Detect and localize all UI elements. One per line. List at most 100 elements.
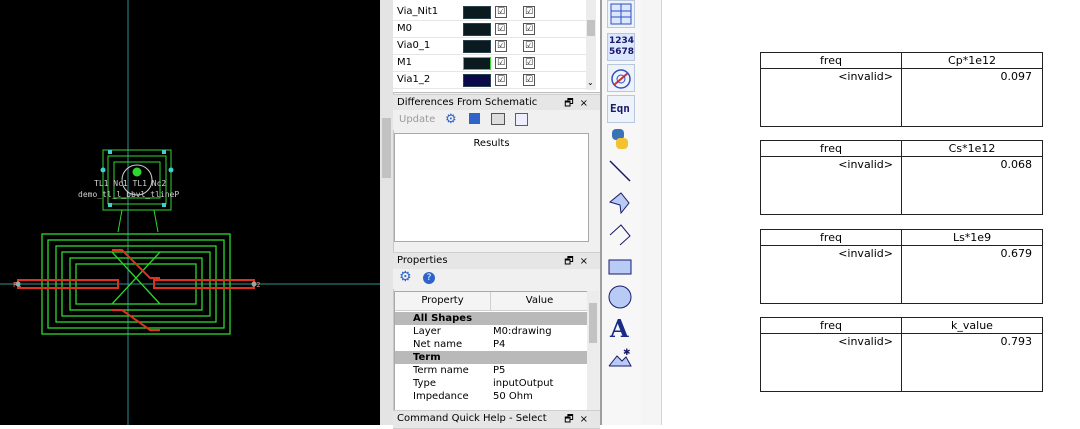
- property-value[interactable]: 50 Ohm: [493, 390, 533, 403]
- layer-fill-swatch[interactable]: [463, 74, 491, 87]
- equation-icon[interactable]: Eqn: [607, 95, 635, 123]
- float-icon[interactable]: 🗗: [564, 414, 579, 425]
- layer-fill-swatch[interactable]: [463, 57, 491, 70]
- layer-row[interactable]: Via_Nit1 ☑ ☑: [393, 4, 589, 21]
- layer-select-checkbox[interactable]: ☑: [495, 74, 507, 86]
- polyline-tool-icon[interactable]: [607, 222, 635, 250]
- result-value: 0.097: [1000, 70, 1033, 83]
- properties-scrollbar-thumb[interactable]: [589, 303, 597, 343]
- result-table-cp: freq Cp*1e12 <invalid> 0.097: [760, 52, 1043, 127]
- layer-visible-checkbox[interactable]: ☑: [523, 23, 535, 35]
- layer-select-checkbox[interactable]: ☑: [495, 6, 507, 18]
- update-button[interactable]: Update: [399, 114, 435, 125]
- value-column-header: k_value: [902, 318, 1042, 334]
- layout-drawing: TL1 Nc1 TL1 Nc2 demo_tl_l_bbvl_tlineP P1…: [0, 0, 380, 425]
- layer-row[interactable]: Via0_1 ☑ ☑: [393, 38, 589, 55]
- layer-select-checkbox[interactable]: ☑: [495, 57, 507, 69]
- smith-chart-icon[interactable]: [607, 64, 635, 92]
- layer-name: Via1_2: [397, 74, 431, 85]
- result-table-ls: freq Ls*1e9 <invalid> 0.679: [760, 229, 1043, 304]
- table-icon[interactable]: [607, 0, 635, 28]
- gear-icon[interactable]: ⚙: [445, 112, 457, 127]
- report-icon[interactable]: [515, 113, 528, 126]
- number-table-label-top: 1234: [609, 36, 635, 46]
- port2-label: P2: [252, 281, 261, 289]
- property-group-row[interactable]: Term: [395, 351, 588, 364]
- freq-column-header: freq: [761, 53, 901, 69]
- port-traces: [17, 249, 255, 331]
- help-icon[interactable]: ?: [423, 272, 435, 284]
- number-table-icon[interactable]: 1234 5678: [607, 33, 635, 61]
- properties-scrollbar[interactable]: [587, 291, 599, 410]
- property-group-label: All Shapes: [413, 313, 473, 324]
- layer-row[interactable]: M1 ☑ ☑: [393, 55, 589, 72]
- text-tool-icon[interactable]: A: [607, 314, 635, 343]
- layer-fill-swatch[interactable]: [463, 23, 491, 36]
- polygon-tool-icon[interactable]: [607, 190, 635, 218]
- close-icon[interactable]: ×: [580, 414, 594, 425]
- save-icon[interactable]: [469, 113, 480, 124]
- print-icon[interactable]: [491, 113, 505, 125]
- canvas-scrollbar[interactable]: [380, 0, 394, 425]
- layout-canvas[interactable]: TL1 Nc1 TL1 Nc2 demo_tl_l_bbvl_tlineP P1…: [0, 0, 380, 425]
- close-icon[interactable]: ×: [580, 256, 594, 267]
- freq-column-header: freq: [761, 141, 901, 157]
- property-value[interactable]: P5: [493, 364, 505, 377]
- property-column-header[interactable]: Property: [395, 292, 491, 311]
- freq-value: <invalid>: [838, 247, 893, 260]
- quick-help-panel-title: Command Quick Help - Select 🗗×: [393, 410, 600, 429]
- property-group-label: Term: [413, 352, 441, 363]
- panel-window-buttons: 🗗×: [564, 412, 594, 429]
- value-column-header: Cp*1e12: [902, 53, 1042, 69]
- image-tool-icon[interactable]: ✱: [607, 344, 635, 372]
- canvas-scrollbar-thumb[interactable]: [382, 118, 391, 178]
- layer-visible-checkbox[interactable]: ☑: [523, 40, 535, 52]
- property-row[interactable]: Type inputOutput: [395, 377, 588, 390]
- differences-title: Differences From Schematic: [397, 97, 538, 108]
- gear-icon[interactable]: ⚙: [399, 269, 412, 285]
- layer-select-checkbox[interactable]: ☑: [495, 23, 507, 35]
- layer-row[interactable]: M0 ☑ ☑: [393, 21, 589, 38]
- property-value[interactable]: P4: [493, 338, 505, 351]
- layer-scrollbar[interactable]: ⌄: [586, 0, 596, 90]
- layer-row[interactable]: Via1_2 ☑ ☑: [393, 72, 589, 89]
- ellipse-tool-icon[interactable]: [607, 284, 635, 312]
- results-heading: Results: [473, 138, 510, 149]
- layer-fill-swatch[interactable]: [463, 6, 491, 19]
- layer-name: M1: [397, 57, 412, 68]
- property-row[interactable]: Layer M0:drawing: [395, 325, 588, 338]
- line-tool-icon[interactable]: [607, 158, 635, 186]
- float-icon[interactable]: 🗗: [564, 256, 579, 267]
- layer-select-checkbox[interactable]: ☑: [495, 40, 507, 52]
- property-row[interactable]: Term name P5: [395, 364, 588, 377]
- quick-help-title: Command Quick Help - Select: [397, 413, 547, 424]
- tool-palette: 1234 5678 Eqn A ✱: [600, 0, 643, 425]
- layer-visible-checkbox[interactable]: ☑: [523, 74, 535, 86]
- layer-fill-swatch[interactable]: [463, 40, 491, 53]
- result-value: 0.793: [1000, 335, 1033, 348]
- result-table-k: freq k_value <invalid> 0.793: [760, 317, 1043, 392]
- float-icon[interactable]: 🗗: [564, 98, 579, 109]
- value-column-header: Cs*1e12: [902, 141, 1042, 157]
- properties-toolbar: ⚙ ?: [393, 269, 600, 289]
- layer-visible-checkbox[interactable]: ☑: [523, 57, 535, 69]
- layer-name: Via_Nit1: [397, 6, 439, 17]
- property-group-row[interactable]: All Shapes: [395, 312, 588, 325]
- cell-label-2: demo_tl_l_bbvl_tlineP: [78, 190, 179, 199]
- property-row[interactable]: Impedance 50 Ohm: [395, 390, 588, 403]
- equation-label: Eqn: [610, 102, 630, 115]
- properties-table: Property Value All Shapes Layer M0:drawi…: [394, 291, 589, 412]
- layer-scrollbar-thumb[interactable]: [587, 20, 595, 36]
- close-icon[interactable]: ×: [580, 98, 594, 109]
- property-value[interactable]: inputOutput: [493, 377, 553, 390]
- property-value[interactable]: M0:drawing: [493, 325, 552, 338]
- scroll-down-icon[interactable]: ⌄: [587, 78, 594, 87]
- value-column-header[interactable]: Value: [491, 292, 588, 311]
- rectangle-tool-icon[interactable]: [607, 254, 635, 282]
- property-name: Layer: [413, 326, 441, 337]
- layer-visible-checkbox[interactable]: ☑: [523, 6, 535, 18]
- property-row[interactable]: Net name P4: [395, 338, 588, 351]
- freq-value: <invalid>: [838, 158, 893, 171]
- differences-results: Results: [394, 133, 589, 242]
- python-icon[interactable]: [607, 126, 635, 154]
